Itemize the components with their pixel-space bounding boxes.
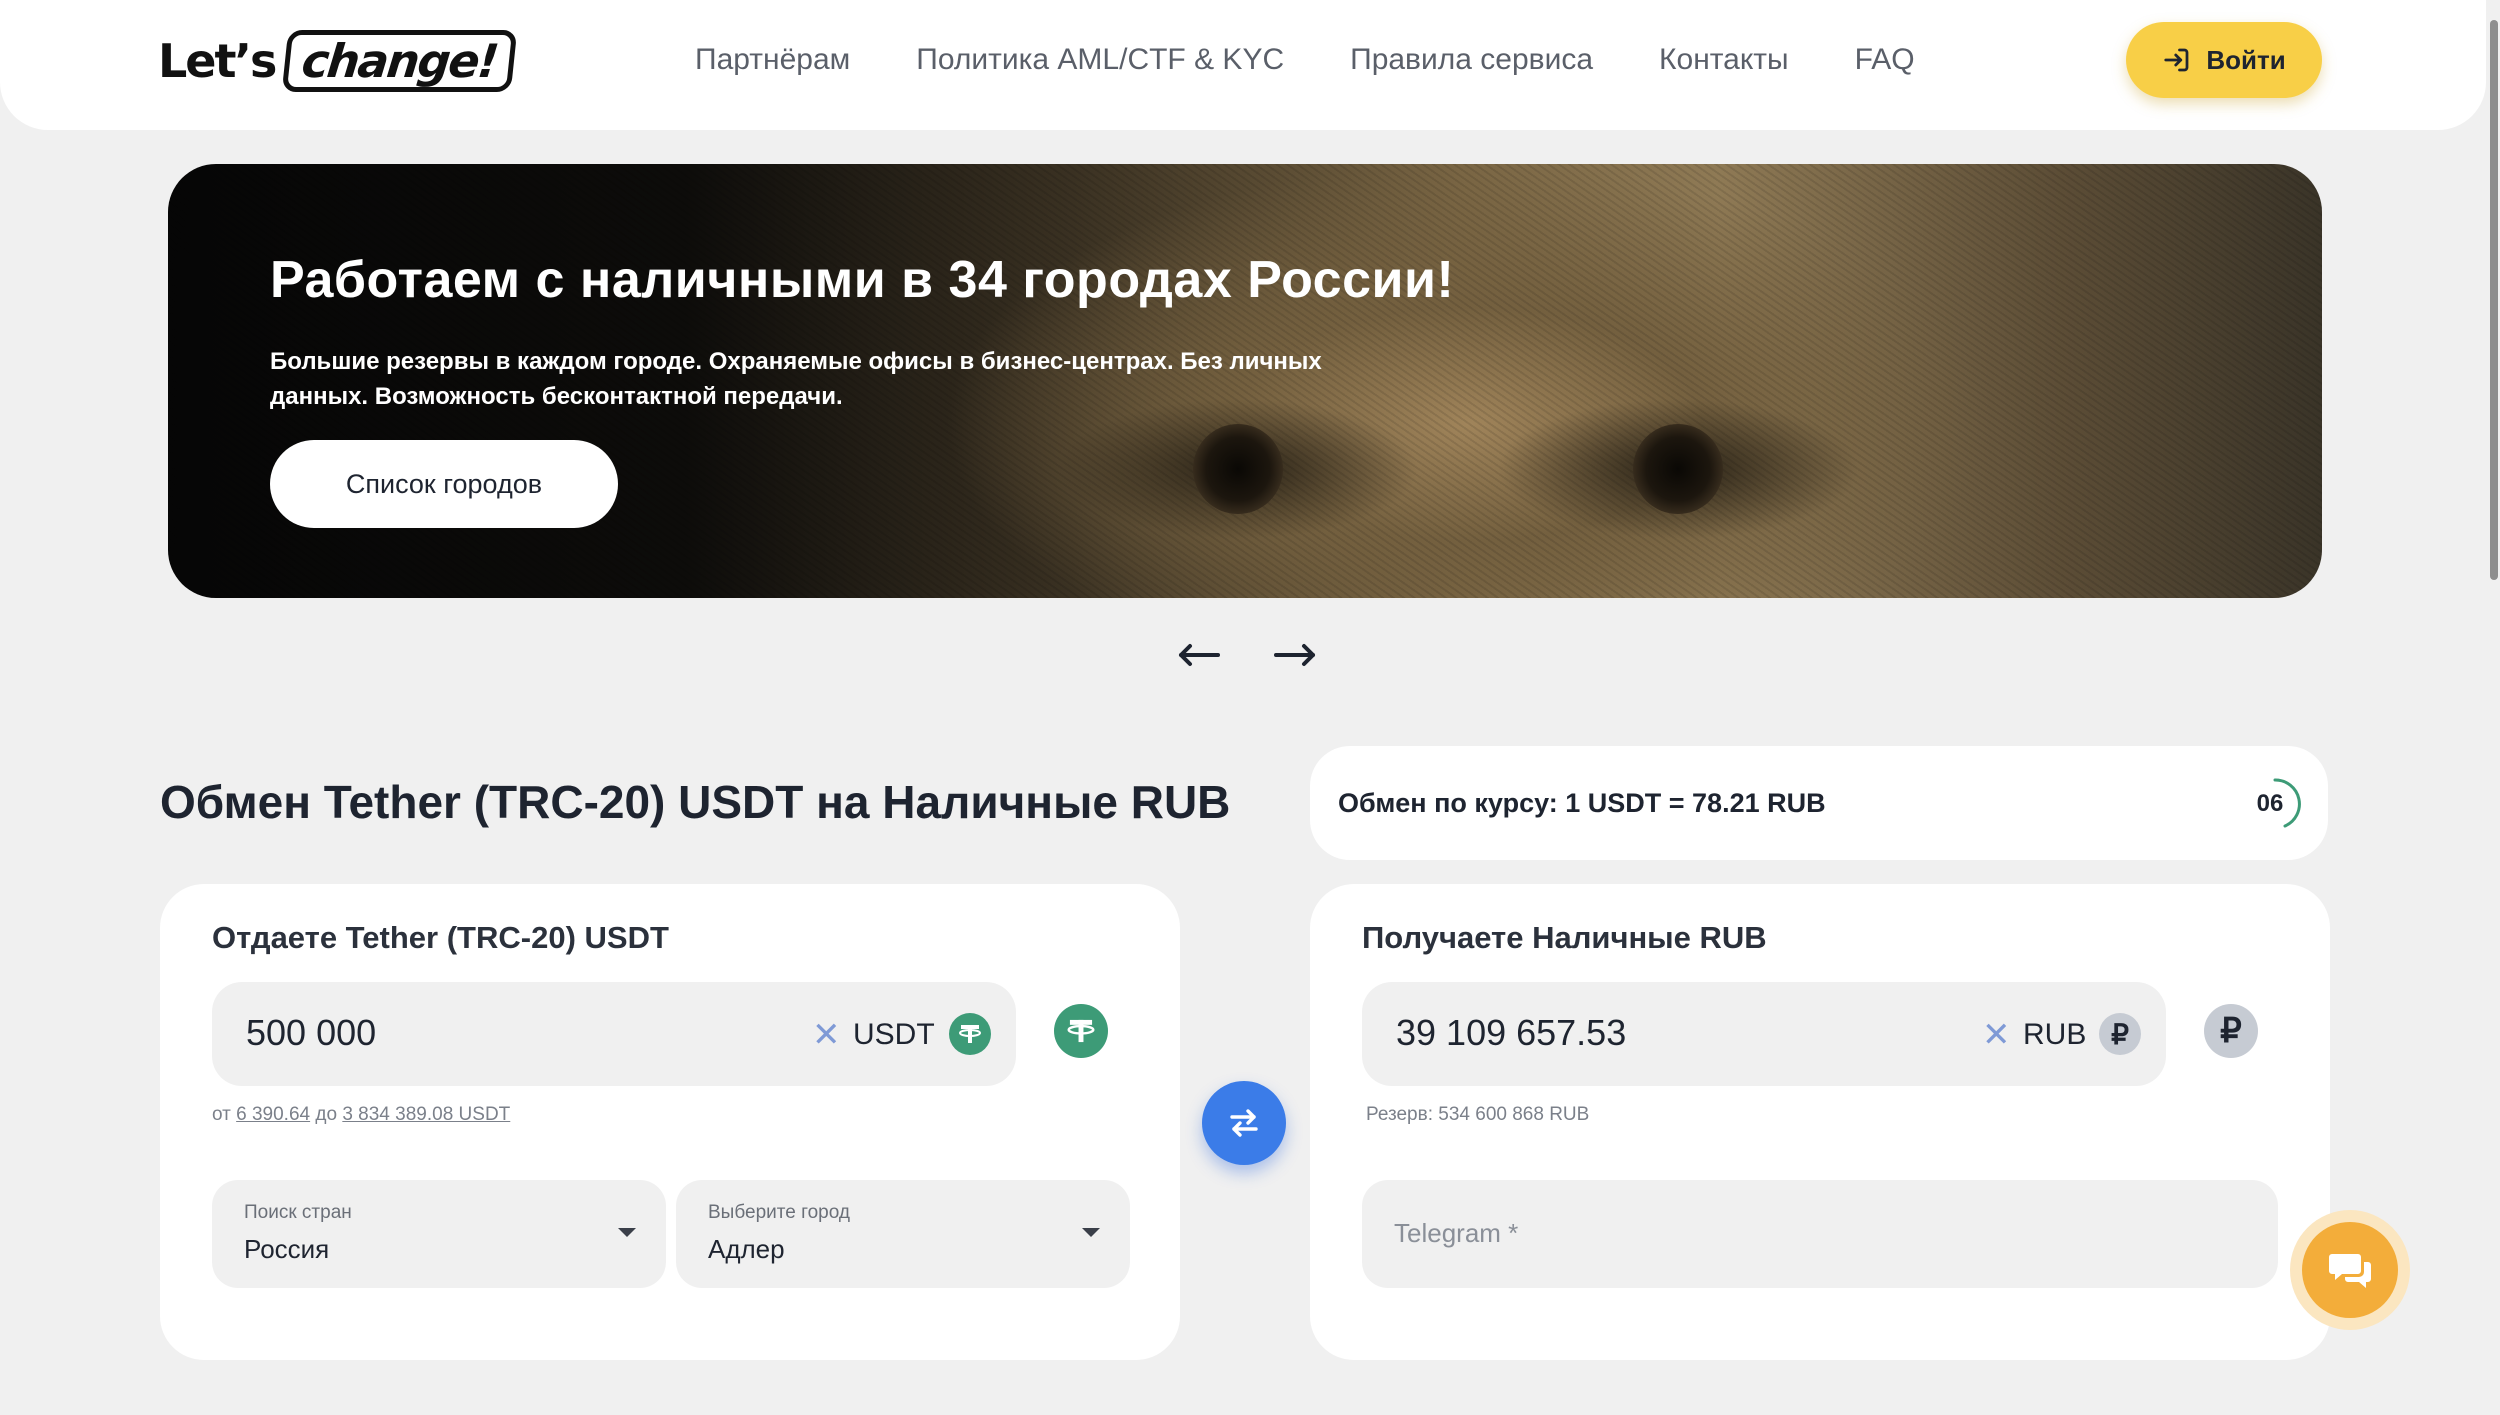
nav-item-aml-policy[interactable]: Политика AML/CTF & KYC bbox=[916, 40, 1284, 80]
city-value: Адлер bbox=[708, 1234, 785, 1264]
exchange-title: Обмен Tether (TRC-20) USDT на Наличные R… bbox=[160, 776, 1231, 828]
receive-label: Получаете Наличные RUB bbox=[1362, 920, 1767, 955]
banner-title: Работаем с наличными в 34 городах России… bbox=[270, 251, 1455, 309]
nav-item-service-rules[interactable]: Правила сервиса bbox=[1350, 40, 1593, 80]
logo-change-text: change! bbox=[282, 30, 518, 92]
rate-box: Обмен по курсу: 1 USDT = 78.21 RUB 06 bbox=[1310, 746, 2328, 860]
telegram-input[interactable]: Telegram * bbox=[1362, 1180, 2278, 1288]
promo-banner: Работаем с наличными в 34 городах России… bbox=[168, 164, 2322, 598]
ruble-coin-icon: ₽ bbox=[2099, 1013, 2141, 1055]
limits-min-link[interactable]: 6 390.64 bbox=[236, 1104, 310, 1125]
login-arrow-icon bbox=[2164, 48, 2189, 72]
banner-eye-right bbox=[1633, 424, 1723, 514]
chevron-down-icon bbox=[1082, 1228, 1100, 1237]
receive-card: Получаете Наличные RUB 39 109 657.53 ✕ R… bbox=[1310, 884, 2330, 1360]
chat-bubbles-icon bbox=[2329, 1254, 2371, 1288]
receive-amount-field[interactable]: 39 109 657.53 ✕ RUB ₽ bbox=[1362, 982, 2166, 1086]
carousel-controls bbox=[1176, 640, 1318, 670]
give-limits: от 6 390.64 до 3 834 389.08 USDT bbox=[212, 1104, 510, 1126]
arrow-left-icon[interactable] bbox=[1176, 640, 1222, 670]
nav-item-faq[interactable]: FAQ bbox=[1855, 40, 1915, 80]
usdt-coin-icon bbox=[949, 1013, 991, 1055]
timer-value: 06 bbox=[2256, 790, 2284, 817]
receive-amount-value[interactable]: 39 109 657.53 bbox=[1396, 1012, 1626, 1054]
swap-arrows-icon bbox=[1230, 1109, 1258, 1137]
limits-to-label: до bbox=[315, 1104, 338, 1125]
country-select[interactable]: Поиск стран Россия bbox=[212, 1180, 666, 1288]
country-value: Россия bbox=[244, 1234, 330, 1264]
ruble-currency-selector-icon[interactable]: ₽ bbox=[2204, 1004, 2258, 1058]
city-select[interactable]: Выберите город Адлер bbox=[676, 1180, 1130, 1288]
nav-item-partners[interactable]: Партнёрам bbox=[695, 40, 850, 80]
login-label: Войти bbox=[2206, 44, 2286, 75]
usdt-currency-selector-icon[interactable] bbox=[1054, 1004, 1108, 1058]
reserve-text: Резерв: 534 600 868 RUB bbox=[1366, 1104, 1590, 1125]
banner-eye-left bbox=[1193, 424, 1283, 514]
give-label: Отдаете Tether (TRC-20) USDT bbox=[212, 920, 669, 955]
chevron-down-icon bbox=[618, 1228, 636, 1237]
logo-lets-text: Let’s bbox=[158, 34, 277, 88]
give-currency-code: USDT bbox=[853, 1018, 935, 1051]
give-card: Отдаете Tether (TRC-20) USDT 500 000 ✕ U… bbox=[160, 884, 1180, 1360]
nav-item-contacts[interactable]: Контакты bbox=[1659, 40, 1789, 80]
swap-button[interactable] bbox=[1202, 1081, 1286, 1165]
main-nav: Партнёрам Политика AML/CTF & KYC Правила… bbox=[695, 40, 1915, 80]
give-amount-value[interactable]: 500 000 bbox=[246, 1012, 376, 1054]
exchange-rate-text: Обмен по курсу: 1 USDT = 78.21 RUB bbox=[1338, 788, 1826, 818]
country-caption: Поиск стран bbox=[244, 1202, 352, 1223]
chat-button-inner bbox=[2302, 1222, 2398, 1318]
logo[interactable]: Let’s change! bbox=[158, 28, 518, 94]
arrow-right-icon[interactable] bbox=[1272, 640, 1318, 670]
limits-max-link[interactable]: 3 834 389.08 USDT bbox=[342, 1104, 510, 1125]
rate-timer: 06 bbox=[2245, 774, 2305, 834]
clear-icon[interactable]: ✕ bbox=[1982, 1018, 2011, 1052]
city-caption: Выберите город bbox=[708, 1202, 850, 1223]
clear-icon[interactable]: ✕ bbox=[812, 1018, 841, 1052]
telegram-placeholder: Telegram * bbox=[1394, 1218, 1519, 1248]
site-header: Let’s change! Партнёрам Политика AML/CTF… bbox=[0, 0, 2486, 130]
limits-from-label: от bbox=[212, 1104, 231, 1125]
login-button[interactable]: Войти bbox=[2126, 22, 2322, 98]
page-scrollbar[interactable] bbox=[2490, 20, 2498, 580]
city-list-button[interactable]: Список городов bbox=[270, 440, 618, 528]
chat-widget-button[interactable] bbox=[2290, 1210, 2410, 1330]
banner-subtitle: Большие резервы в каждом городе. Охраняе… bbox=[270, 348, 1322, 410]
give-amount-field[interactable]: 500 000 ✕ USDT bbox=[212, 982, 1016, 1086]
receive-currency-code: RUB bbox=[2023, 1018, 2087, 1051]
